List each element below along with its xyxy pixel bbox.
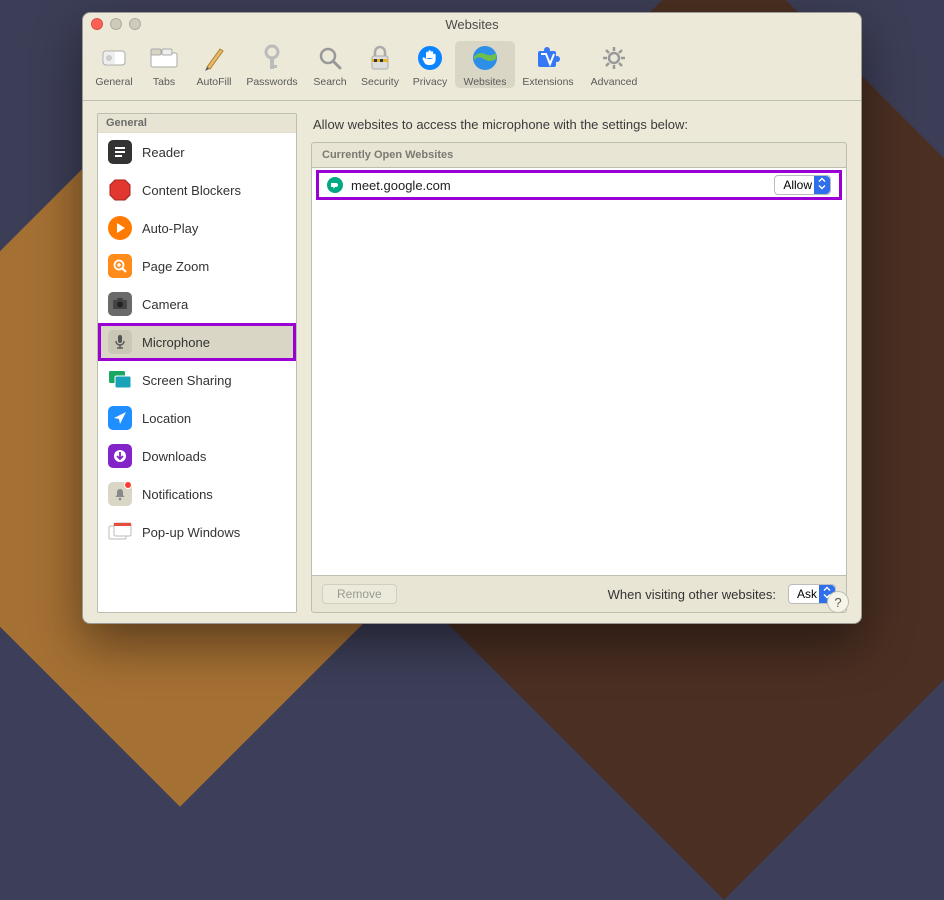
sidebar-item-contentblockers[interactable]: Content Blockers [98,171,296,209]
zoom-icon [108,254,132,278]
footer-label: When visiting other websites: [608,587,776,602]
sidebar-item-notifications[interactable]: Notifications [98,475,296,513]
globe-icon [470,43,500,73]
help-label: ? [834,595,841,610]
website-row[interactable]: meet.google.com Allow [316,170,842,200]
hand-icon [415,43,445,73]
remove-label: Remove [337,587,382,601]
pencil-icon [199,43,229,73]
window-title: Websites [83,17,861,32]
titlebar: Websites [83,13,861,35]
sidebar-item-autoplay[interactable]: Auto-Play [98,209,296,247]
default-permission-value: Ask [797,587,817,601]
toolbar-label: Tabs [153,76,175,88]
sidebar-item-label: Reader [142,145,185,160]
sidebar-item-label: Auto-Play [142,221,198,236]
permission-select[interactable]: Allow [774,175,831,195]
chevron-updown-icon [822,587,832,602]
toolbar: General Tabs AutoFill Passwords Search [83,35,861,101]
sidebar-item-pagezoom[interactable]: Page Zoom [98,247,296,285]
toolbar-advanced[interactable]: Advanced [581,41,647,88]
sidebar-item-label: Downloads [142,449,206,464]
sidebar: General Reader Content Blockers Auto-Pla… [97,113,297,613]
gear-icon [599,43,629,73]
toolbar-general[interactable]: General [89,41,139,88]
chevron-updown-icon [817,178,827,193]
toolbar-label: Search [313,76,346,88]
section-label: Currently Open Websites [312,143,846,167]
puzzle-icon [533,43,563,73]
screens-icon [108,368,132,392]
sidebar-item-location[interactable]: Location [98,399,296,437]
main-heading: Allow websites to access the microphone … [311,113,847,142]
main-panel: Allow websites to access the microphone … [311,113,847,613]
toolbar-label: Extensions [522,76,573,88]
toolbar-label: Advanced [591,76,638,88]
sidebar-item-label: Screen Sharing [142,373,232,388]
sidebar-header: General [98,114,296,133]
microphone-icon [108,330,132,354]
sidebar-item-label: Microphone [142,335,210,350]
sidebar-item-label: Page Zoom [142,259,209,274]
toolbar-label: Passwords [246,76,297,88]
sidebar-item-label: Location [142,411,191,426]
toolbar-security[interactable]: Security [355,41,405,88]
lock-icon [365,43,395,73]
sidebar-item-popups[interactable]: Pop-up Windows [98,513,296,551]
play-icon [108,216,132,240]
sidebar-item-downloads[interactable]: Downloads [98,437,296,475]
notification-badge [124,481,132,489]
sidebar-item-label: Content Blockers [142,183,241,198]
toolbar-extensions[interactable]: Extensions [515,41,581,88]
search-icon [315,43,345,73]
preferences-window: Websites General Tabs AutoFill Passwords [82,12,862,624]
toolbar-privacy[interactable]: Privacy [405,41,455,88]
sidebar-item-camera[interactable]: Camera [98,285,296,323]
toolbar-label: General [95,76,132,88]
switch-icon [99,43,129,73]
toolbar-label: Privacy [413,76,447,88]
toolbar-label: AutoFill [196,76,231,88]
download-icon [108,444,132,468]
toolbar-search[interactable]: Search [305,41,355,88]
sidebar-item-label: Camera [142,297,188,312]
remove-button[interactable]: Remove [322,584,397,604]
sidebar-item-reader[interactable]: Reader [98,133,296,171]
stop-icon [108,178,132,202]
sidebar-item-microphone[interactable]: Microphone [98,323,296,361]
toolbar-label: Websites [464,76,507,88]
tabs-icon [149,43,179,73]
site-favicon [327,177,343,193]
default-permission-select[interactable]: Ask [788,584,836,604]
permission-value: Allow [783,178,812,192]
site-name: meet.google.com [351,178,766,193]
location-icon [108,406,132,430]
sidebar-item-label: Pop-up Windows [142,525,240,540]
website-list: meet.google.com Allow [312,167,846,576]
toolbar-passwords[interactable]: Passwords [239,41,305,88]
camera-icon [108,292,132,316]
toolbar-websites[interactable]: Websites [455,41,515,88]
key-icon [257,43,287,73]
sidebar-item-screensharing[interactable]: Screen Sharing [98,361,296,399]
toolbar-autofill[interactable]: AutoFill [189,41,239,88]
toolbar-label: Security [361,76,399,88]
sidebar-item-label: Notifications [142,487,213,502]
toolbar-tabs[interactable]: Tabs [139,41,189,88]
windows-icon [108,520,132,544]
reader-icon [108,140,132,164]
